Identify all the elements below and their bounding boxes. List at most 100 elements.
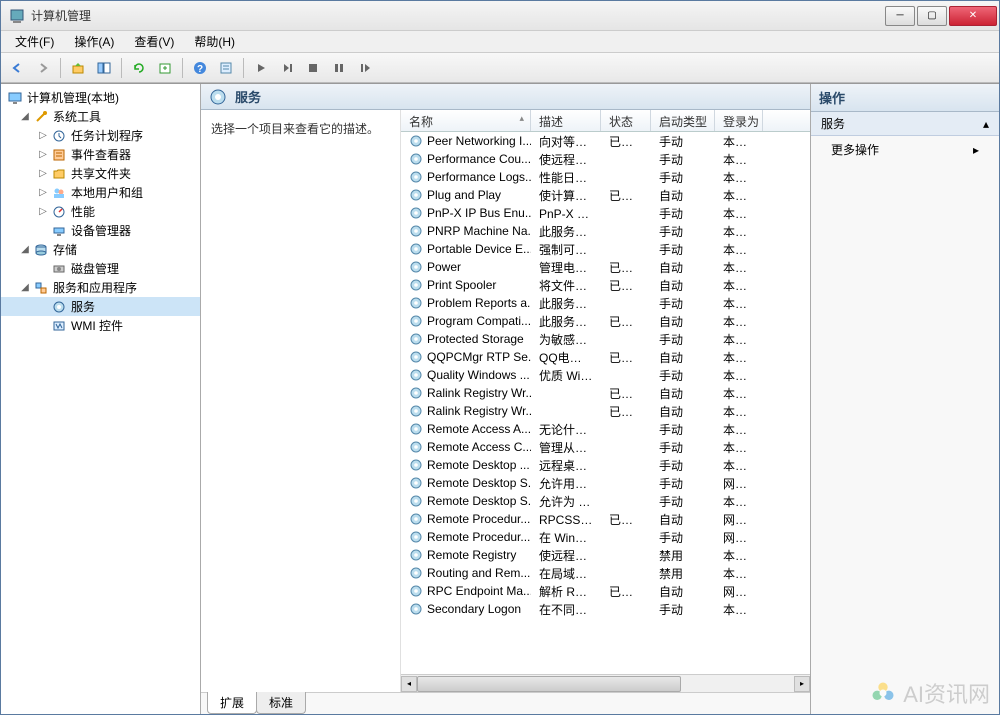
column-startup[interactable]: 启动类型 (651, 110, 715, 131)
tree-system-tools[interactable]: ◢ 系统工具 (1, 107, 200, 126)
cell-logon: 网络服 (715, 583, 763, 600)
tree-services-apps[interactable]: ◢ 服务和应用程序 (1, 278, 200, 297)
table-rows[interactable]: Peer Networking I...向对等名...已启动手动本地服Perfo… (401, 132, 810, 674)
table-row[interactable]: Problem Reports a...此服务为...手动本地系 (401, 294, 810, 312)
table-row[interactable]: Portable Device E...强制可移...手动本地系 (401, 240, 810, 258)
cell-logon: 本地系 (715, 493, 763, 510)
cell-startup: 手动 (651, 151, 715, 168)
collapse-icon[interactable]: ◢ (19, 282, 31, 293)
close-button[interactable]: ✕ (949, 6, 997, 26)
table-row[interactable]: Remote Registry使远程用...禁用本地服 (401, 546, 810, 564)
table-row[interactable]: Remote Desktop ...远程桌面...手动本地系 (401, 456, 810, 474)
cell-logon: 本地系 (715, 295, 763, 312)
scroll-track[interactable] (417, 676, 794, 692)
tree-event-viewer[interactable]: ▷ 事件查看器 (1, 145, 200, 164)
tree-storage[interactable]: ◢ 存储 (1, 240, 200, 259)
stop-once-button[interactable] (275, 56, 299, 80)
cell-startup: 手动 (651, 601, 715, 618)
table-row[interactable]: Protected Storage为敏感数...手动本地系 (401, 330, 810, 348)
scroll-thumb[interactable] (417, 676, 681, 692)
titlebar[interactable]: 计算机管理 ─ ▢ ✕ (1, 1, 999, 31)
expand-icon[interactable]: ▷ (37, 206, 49, 217)
up-button[interactable] (66, 56, 90, 80)
cell-name: Program Compati... (401, 314, 531, 328)
forward-button[interactable] (31, 56, 55, 80)
tree-disk-management[interactable]: 磁盘管理 (1, 259, 200, 278)
tree-wmi[interactable]: WMI 控件 (1, 316, 200, 335)
table-row[interactable]: RPC Endpoint Ma...解析 RPC ...已启动自动网络服 (401, 582, 810, 600)
cell-description: 使远程用... (531, 547, 601, 564)
table-row[interactable]: QQPCMgr RTP Se...QQ电脑管...已启动自动本地系 (401, 348, 810, 366)
table-row[interactable]: Program Compati...此服务为...已启动自动本地系 (401, 312, 810, 330)
center-panel: 服务 选择一个项目来查看它的描述。 名称 描述 状态 启动类型 登录为 Peer… (201, 84, 811, 714)
show-hide-tree-button[interactable] (92, 56, 116, 80)
table-row[interactable]: Performance Logs...性能日志...手动本地服 (401, 168, 810, 186)
tree-task-scheduler[interactable]: ▷ 任务计划程序 (1, 126, 200, 145)
collapse-icon: ▴ (983, 117, 989, 131)
properties-button[interactable] (214, 56, 238, 80)
expand-icon[interactable]: ▷ (37, 130, 49, 141)
export-button[interactable] (153, 56, 177, 80)
restart-service-button[interactable] (353, 56, 377, 80)
table-row[interactable]: Quality Windows ...优质 Wind...手动本地服 (401, 366, 810, 384)
table-row[interactable]: Power管理电源...已启动自动本地系 (401, 258, 810, 276)
tree-device-manager[interactable]: 设备管理器 (1, 221, 200, 240)
expand-icon[interactable]: ▷ (37, 187, 49, 198)
actions-more[interactable]: 更多操作 ▸ (811, 136, 999, 163)
table-row[interactable]: Remote Desktop S...允许用户...手动网络服 (401, 474, 810, 492)
tab-standard[interactable]: 标准 (256, 692, 306, 714)
table-row[interactable]: Performance Cou...使远程用...手动本地服 (401, 150, 810, 168)
table-row[interactable]: Plug and Play使计算机...已启动自动本地系 (401, 186, 810, 204)
tab-extended[interactable]: 扩展 (207, 692, 257, 714)
table-row[interactable]: PnP-X IP Bus Enu...PnP-X 总...手动本地系 (401, 204, 810, 222)
table-row[interactable]: Remote Access A...无论什么...手动本地系 (401, 420, 810, 438)
help-button[interactable]: ? (188, 56, 212, 80)
window-controls: ─ ▢ ✕ (885, 6, 997, 26)
table-row[interactable]: Remote Procedur...在 Windo...手动网络服 (401, 528, 810, 546)
menu-help[interactable]: 帮助(H) (184, 31, 245, 52)
column-name[interactable]: 名称 (401, 110, 531, 131)
back-button[interactable] (5, 56, 29, 80)
table-row[interactable]: Remote Access C...管理从这...手动本地系 (401, 438, 810, 456)
table-row[interactable]: Secondary Logon在不同凭...手动本地系 (401, 600, 810, 618)
refresh-button[interactable] (127, 56, 151, 80)
column-description[interactable]: 描述 (531, 110, 601, 131)
cell-startup: 手动 (651, 367, 715, 384)
column-status[interactable]: 状态 (601, 110, 651, 131)
actions-section-services[interactable]: 服务 ▴ (811, 112, 999, 136)
table-row[interactable]: Ralink Registry Wr...已启动自动本地系 (401, 384, 810, 402)
start-service-button[interactable] (249, 56, 273, 80)
cell-startup: 自动 (651, 511, 715, 528)
tree-root[interactable]: 计算机管理(本地) (1, 88, 200, 107)
horizontal-scrollbar[interactable]: ◂ ▸ (401, 674, 810, 692)
minimize-button[interactable]: ─ (885, 6, 915, 26)
scroll-right-button[interactable]: ▸ (794, 676, 810, 692)
expand-icon[interactable]: ▷ (37, 168, 49, 179)
collapse-icon[interactable]: ◢ (19, 244, 31, 255)
table-row[interactable]: Routing and Rem...在局域网...禁用本地系 (401, 564, 810, 582)
table-row[interactable]: Peer Networking I...向对等名...已启动手动本地服 (401, 132, 810, 150)
cell-logon: 本地服 (715, 151, 763, 168)
maximize-button[interactable]: ▢ (917, 6, 947, 26)
expand-icon[interactable]: ▷ (37, 149, 49, 160)
menu-view[interactable]: 查看(V) (124, 31, 184, 52)
tree-performance[interactable]: ▷ 性能 (1, 202, 200, 221)
menu-file[interactable]: 文件(F) (5, 31, 64, 52)
tree-local-users[interactable]: ▷ 本地用户和组 (1, 183, 200, 202)
table-row[interactable]: Print Spooler将文件加...已启动自动本地系 (401, 276, 810, 294)
table-row[interactable]: PNRP Machine Na...此服务使...手动本地服 (401, 222, 810, 240)
scroll-left-button[interactable]: ◂ (401, 676, 417, 692)
tree-shared-folders[interactable]: ▷ 共享文件夹 (1, 164, 200, 183)
stop-service-button[interactable] (301, 56, 325, 80)
table-row[interactable]: Ralink Registry Wr...已启动自动本地系 (401, 402, 810, 420)
cell-description: 允许用户... (531, 475, 601, 492)
column-logon[interactable]: 登录为 (715, 110, 763, 131)
table-row[interactable]: Remote Desktop S...允许为 RD...手动本地系 (401, 492, 810, 510)
collapse-icon[interactable]: ◢ (19, 111, 31, 122)
menu-action[interactable]: 操作(A) (64, 31, 124, 52)
tree-services[interactable]: 服务 (1, 297, 200, 316)
storage-icon (33, 242, 49, 258)
pause-service-button[interactable] (327, 56, 351, 80)
cell-name: Peer Networking I... (401, 134, 531, 148)
table-row[interactable]: Remote Procedur...RPCSS 服...已启动自动网络服 (401, 510, 810, 528)
